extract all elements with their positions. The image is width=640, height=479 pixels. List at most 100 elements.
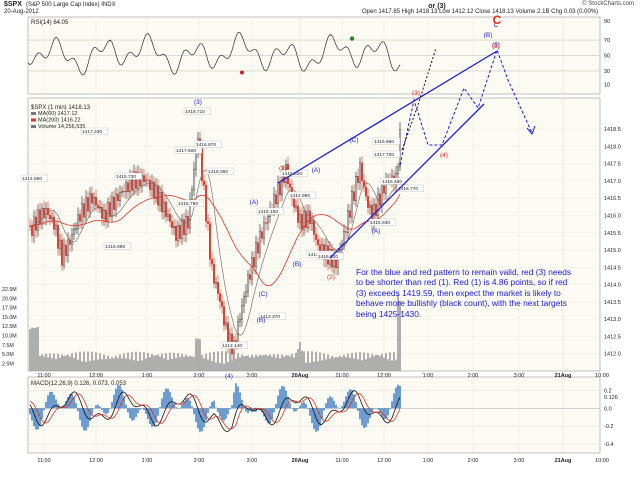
candle-body	[125, 182, 127, 193]
volume-bar	[221, 351, 223, 371]
macd-histogram-bar	[105, 408, 107, 415]
volume-bar	[137, 360, 139, 371]
macd-histogram-bar	[387, 408, 389, 416]
macd-histogram-bar	[91, 408, 93, 415]
macd-histogram-bar	[237, 386, 239, 409]
volume-bar	[233, 352, 235, 371]
volume-bar	[243, 356, 245, 371]
candle-body	[191, 189, 193, 200]
candle-body	[119, 192, 121, 202]
volume-bar	[179, 357, 181, 371]
macd-histogram-bar	[377, 408, 379, 410]
volume-tick-label: 2.5M	[2, 361, 14, 367]
volume-bar	[129, 359, 131, 371]
wave-label-blue: (A)	[372, 228, 381, 235]
volume-bar	[321, 360, 323, 371]
rsi-title: RSI(14) 64.05	[31, 20, 69, 26]
volume-bar	[359, 352, 361, 371]
wave-label-red: (4)	[440, 152, 448, 159]
wave-label-blue: (B)	[484, 32, 493, 39]
volume-bar	[201, 355, 203, 371]
price-tick-label: 1412.0	[604, 352, 621, 358]
candle-body	[247, 274, 249, 293]
volume-bar	[279, 358, 281, 371]
macd-histogram-bar	[221, 408, 223, 420]
volume-bar	[51, 358, 53, 371]
candle-body	[349, 210, 351, 218]
macd-histogram-bar	[165, 388, 167, 409]
volume-bar	[347, 353, 349, 371]
price-tick-label: 1416.0	[604, 213, 621, 219]
volume-bar	[331, 355, 333, 371]
candle-body	[37, 209, 39, 231]
candle-body	[167, 214, 169, 217]
volume-bar	[311, 351, 313, 371]
macd-histogram-bar	[33, 408, 35, 427]
candle-body	[343, 231, 345, 245]
price-tick-label: 1417.5	[604, 162, 621, 168]
price-tick-label: 1413.5	[604, 300, 621, 306]
candle-body	[157, 185, 159, 206]
volume-bar	[357, 359, 359, 371]
candle-body	[209, 223, 211, 260]
x-tick-label: 3:00	[247, 373, 258, 379]
price-label: 1415.150	[258, 209, 278, 215]
macd-histogram-bar	[359, 408, 361, 420]
volume-bar	[99, 353, 101, 371]
volume-bar	[185, 354, 187, 371]
macd-histogram-bar	[325, 403, 327, 409]
volume-bar	[61, 354, 63, 371]
macd-histogram-bar	[305, 404, 307, 409]
macd-tick-label: -0.2	[604, 424, 613, 430]
candle-body	[265, 222, 267, 224]
candle-body	[221, 301, 223, 307]
volume-bar	[213, 351, 215, 371]
macd-histogram-bar	[29, 408, 31, 415]
x-tick-label: 11:00	[335, 373, 348, 379]
macd-histogram-bar	[175, 407, 177, 409]
volume-bar	[87, 351, 89, 371]
macd-histogram-bar	[155, 408, 157, 423]
candle-body	[213, 264, 215, 284]
volume-bar	[253, 357, 255, 371]
candle-body	[383, 185, 385, 194]
candle-body	[257, 242, 259, 254]
volume-bar	[103, 354, 105, 371]
volume-bar	[143, 352, 145, 371]
macd-histogram-bar	[389, 408, 391, 410]
volume-bar	[327, 354, 329, 371]
volume-bar	[207, 359, 209, 371]
volume-bar	[229, 351, 231, 371]
candle-body	[83, 203, 85, 218]
macd-histogram-bar	[315, 408, 317, 432]
macd-histogram-bar	[331, 397, 333, 409]
volume-bar	[55, 359, 57, 371]
candle-body	[173, 225, 175, 228]
volume-bar	[135, 351, 137, 371]
price-tick-label: 1418.5	[604, 127, 621, 133]
x-tick-label: 2:00	[194, 373, 205, 379]
volume-bar	[223, 363, 225, 371]
volume-bar	[131, 352, 133, 371]
volume-bar	[119, 354, 121, 371]
volume-bar	[219, 363, 221, 371]
volume-bar	[245, 355, 247, 371]
volume-bar	[211, 360, 213, 371]
wave-label-blue: (4)	[225, 373, 233, 380]
macd-histogram-bar	[227, 408, 229, 415]
price-label: 1417.700	[374, 152, 394, 158]
macd-histogram-bar	[99, 406, 101, 409]
candle-body	[93, 197, 95, 204]
macd-histogram-bar	[383, 408, 385, 420]
candle-body	[359, 162, 361, 183]
price-tick-label: 1418.0	[604, 144, 621, 150]
candle-body	[55, 224, 57, 230]
volume-bar	[341, 357, 343, 371]
macd-histogram-bar	[391, 401, 393, 409]
macd-histogram-bar	[139, 408, 141, 410]
candle-body	[289, 183, 291, 188]
candle-body	[75, 228, 77, 230]
candle-body	[357, 176, 359, 183]
volume-bar	[283, 356, 285, 371]
candle-body	[313, 220, 315, 235]
